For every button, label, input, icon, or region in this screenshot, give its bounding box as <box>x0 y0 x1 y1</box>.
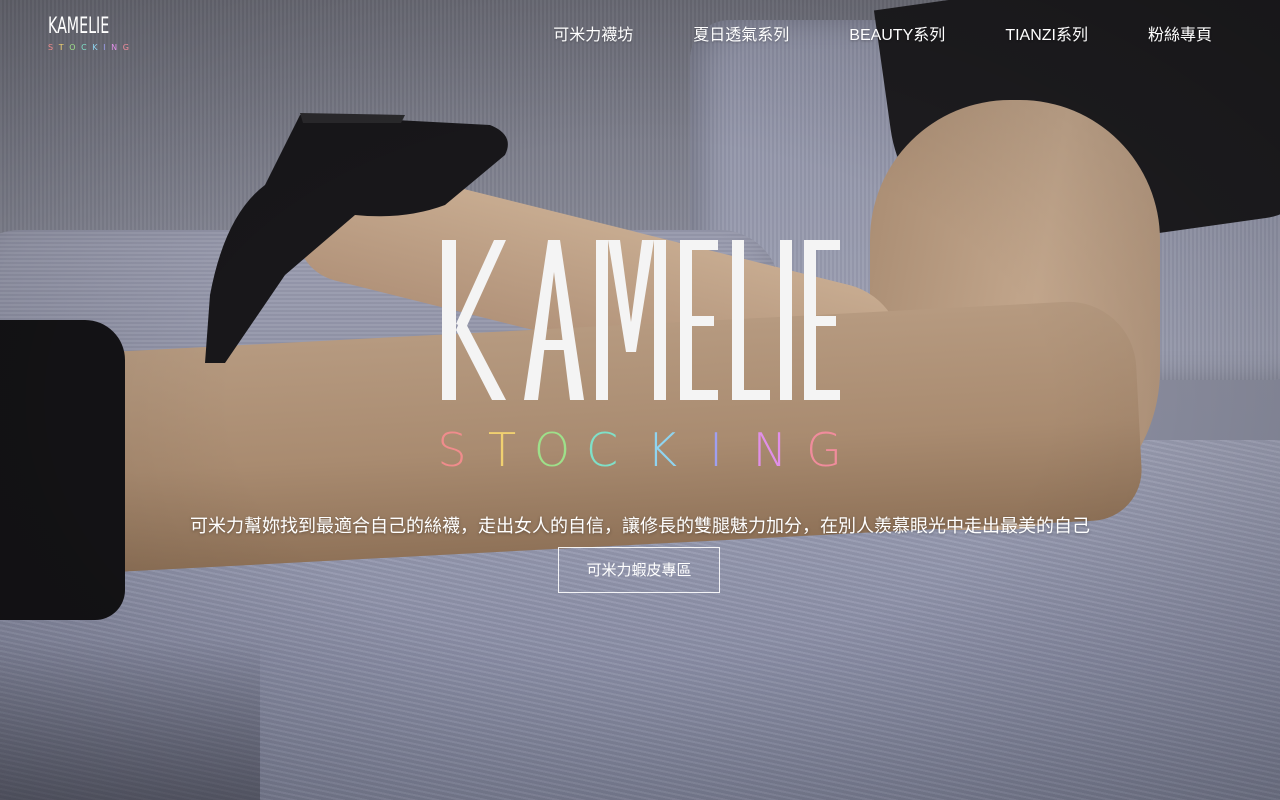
brand-logo[interactable]: KAMELIE STOCKING <box>48 14 129 62</box>
logo-letter: O <box>69 43 82 52</box>
top-navbar: KAMELIE STOCKING 可米力襪坊 夏日透氣系列 BEAUTY系列 T… <box>0 0 1280 72</box>
logo-letter: T <box>58 43 70 52</box>
hero-tagline: 可米力幫妳找到最適合自己的絲襪，走出女人的自信，讓修長的雙腿魅力加分，在別人羨慕… <box>190 516 1090 536</box>
logo-letter: N <box>111 43 123 52</box>
hero-logo-letter: N <box>753 423 787 472</box>
hero-logo-letter: G <box>806 423 840 472</box>
logo-letter: S <box>48 43 59 52</box>
main-nav: 可米力襪坊 夏日透氣系列 BEAUTY系列 TIANZI系列 粉絲專頁 <box>493 24 1212 48</box>
hero-section: KAMELIE STOCKING 可米力襪坊 夏日透氣系列 BEAUTY系列 T… <box>0 0 1280 800</box>
hero-logo-letter: T <box>488 423 516 472</box>
logo-letter: G <box>122 43 135 52</box>
nav-item-kamelie-shop[interactable]: 可米力襪坊 <box>553 24 633 48</box>
hero-logo-letter: I <box>709 423 723 472</box>
nav-item-tianzi-series[interactable]: TIANZI系列 <box>1005 24 1088 48</box>
hero-logo-letter: C <box>586 423 618 472</box>
shopee-store-button[interactable]: 可米力蝦皮專區 <box>558 547 720 593</box>
logo-letter: K <box>92 43 104 52</box>
hero-logo-wordmark <box>442 240 840 400</box>
logo-letter: I <box>103 43 112 52</box>
hero-logo-letter: O <box>534 423 570 472</box>
hero-logo-letter: K <box>647 423 677 472</box>
nav-item-summer-series[interactable]: 夏日透氣系列 <box>693 24 789 48</box>
nav-item-fan-page[interactable]: 粉絲專頁 <box>1148 24 1212 48</box>
hero-logo-subtitle: S T O C K I N G <box>440 423 840 472</box>
hero-logo-letter: S <box>440 423 467 472</box>
brand-logo-wordmark: KAMELIE <box>48 14 110 39</box>
logo-letter: C <box>81 43 93 52</box>
nav-item-beauty-series[interactable]: BEAUTY系列 <box>849 24 945 48</box>
brand-logo-subtitle: STOCKING <box>48 42 129 54</box>
hero-logo: S T O C K I N G <box>440 240 840 472</box>
